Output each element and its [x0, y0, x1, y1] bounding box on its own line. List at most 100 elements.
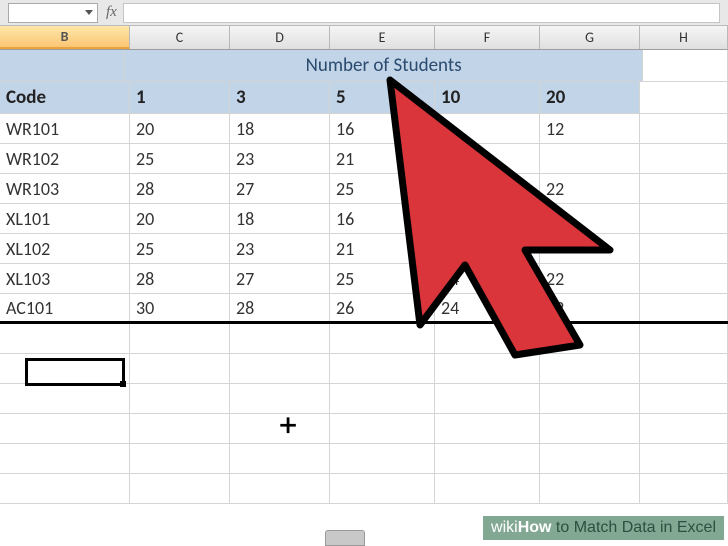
cell[interactable]	[230, 324, 330, 353]
cell[interactable]	[435, 174, 540, 203]
cell-code[interactable]: XL102	[0, 234, 130, 263]
cell[interactable]	[435, 114, 540, 143]
cell[interactable]	[130, 384, 230, 413]
table-title[interactable]: Number of Students	[125, 50, 643, 81]
cell[interactable]	[640, 264, 728, 293]
cell[interactable]: 27	[230, 174, 330, 203]
cell-code[interactable]: WR103	[0, 174, 130, 203]
cell[interactable]: 24	[435, 294, 540, 321]
cell[interactable]: 21	[330, 144, 435, 173]
cell[interactable]: 28	[230, 294, 330, 321]
col-header-f[interactable]: F	[435, 26, 540, 49]
cell[interactable]	[640, 144, 728, 173]
cell[interactable]	[0, 324, 130, 353]
cell[interactable]	[540, 324, 640, 353]
cell[interactable]	[0, 474, 130, 503]
cell[interactable]: 23	[230, 144, 330, 173]
cell-code[interactable]: WR102	[0, 144, 130, 173]
cell[interactable]: 25	[330, 174, 435, 203]
fx-icon[interactable]: fx	[106, 4, 117, 21]
cell-code[interactable]: AC101	[0, 294, 130, 321]
cell[interactable]	[130, 354, 230, 383]
cell[interactable]	[130, 444, 230, 473]
cell[interactable]	[330, 474, 435, 503]
cell[interactable]	[0, 384, 130, 413]
cell[interactable]	[435, 354, 540, 383]
cell[interactable]	[0, 354, 130, 383]
cell[interactable]	[640, 324, 728, 353]
cell[interactable]	[0, 50, 125, 81]
cell[interactable]	[435, 384, 540, 413]
header-1[interactable]: 1	[130, 82, 230, 113]
cell[interactable]	[540, 474, 640, 503]
cell[interactable]	[230, 384, 330, 413]
cell[interactable]	[130, 324, 230, 353]
cell[interactable]	[540, 414, 640, 443]
col-header-e[interactable]: E	[330, 26, 435, 49]
cell[interactable]	[330, 444, 435, 473]
col-header-g[interactable]: G	[540, 26, 640, 49]
cell[interactable]	[435, 144, 540, 173]
cell[interactable]	[435, 444, 540, 473]
col-header-d[interactable]: D	[230, 26, 330, 49]
header-10[interactable]: 10	[435, 82, 540, 113]
cell[interactable]	[640, 294, 728, 321]
cell[interactable]: 16	[330, 114, 435, 143]
cell[interactable]	[540, 204, 640, 233]
cell[interactable]	[540, 234, 640, 263]
cell[interactable]: 28	[130, 264, 230, 293]
cell[interactable]: 25	[130, 234, 230, 263]
cell[interactable]: 28	[130, 174, 230, 203]
cell[interactable]: 21	[330, 234, 435, 263]
cell[interactable]	[0, 414, 130, 443]
cell[interactable]	[640, 114, 728, 143]
cell[interactable]: 25	[130, 144, 230, 173]
cell[interactable]	[130, 474, 230, 503]
cell[interactable]	[640, 174, 728, 203]
cell[interactable]	[540, 384, 640, 413]
cell[interactable]	[330, 414, 435, 443]
cell[interactable]	[640, 384, 728, 413]
cell[interactable]	[330, 324, 435, 353]
cell[interactable]: 12	[540, 114, 640, 143]
cell[interactable]	[640, 234, 728, 263]
col-header-c[interactable]: C	[130, 26, 230, 49]
cell[interactable]	[230, 444, 330, 473]
cell[interactable]	[640, 354, 728, 383]
cell[interactable]	[540, 144, 640, 173]
cell-code[interactable]: WR101	[0, 114, 130, 143]
cell[interactable]: 25	[330, 264, 435, 293]
cell[interactable]	[640, 474, 728, 503]
cell-code[interactable]: XL103	[0, 264, 130, 293]
header-20[interactable]: 20	[540, 82, 640, 113]
cell[interactable]: 24	[435, 264, 540, 293]
cell[interactable]: 20	[130, 114, 230, 143]
header-5[interactable]: 5	[330, 82, 435, 113]
cell[interactable]	[435, 324, 540, 353]
cell[interactable]	[435, 474, 540, 503]
cell[interactable]	[640, 444, 728, 473]
cell[interactable]: 23	[230, 234, 330, 263]
cell[interactable]: 16	[330, 204, 435, 233]
col-header-h[interactable]: H	[640, 26, 728, 49]
cell[interactable]	[643, 50, 728, 81]
cell[interactable]	[540, 354, 640, 383]
cell[interactable]	[130, 414, 230, 443]
cell[interactable]: 18	[230, 114, 330, 143]
cell[interactable]: 18	[230, 204, 330, 233]
cell[interactable]	[330, 354, 435, 383]
header-code[interactable]: Code	[0, 82, 130, 113]
cell[interactable]	[640, 204, 728, 233]
cell[interactable]	[230, 354, 330, 383]
cell-code[interactable]: XL101	[0, 204, 130, 233]
cell[interactable]	[435, 414, 540, 443]
cell[interactable]	[435, 234, 540, 263]
cell[interactable]	[540, 444, 640, 473]
cell[interactable]: 26	[330, 294, 435, 321]
cell[interactable]	[0, 444, 130, 473]
col-header-b[interactable]: B	[0, 26, 130, 49]
cell[interactable]: 22	[540, 174, 640, 203]
cell[interactable]	[330, 384, 435, 413]
cell[interactable]: 20	[130, 204, 230, 233]
name-box[interactable]	[8, 3, 98, 23]
